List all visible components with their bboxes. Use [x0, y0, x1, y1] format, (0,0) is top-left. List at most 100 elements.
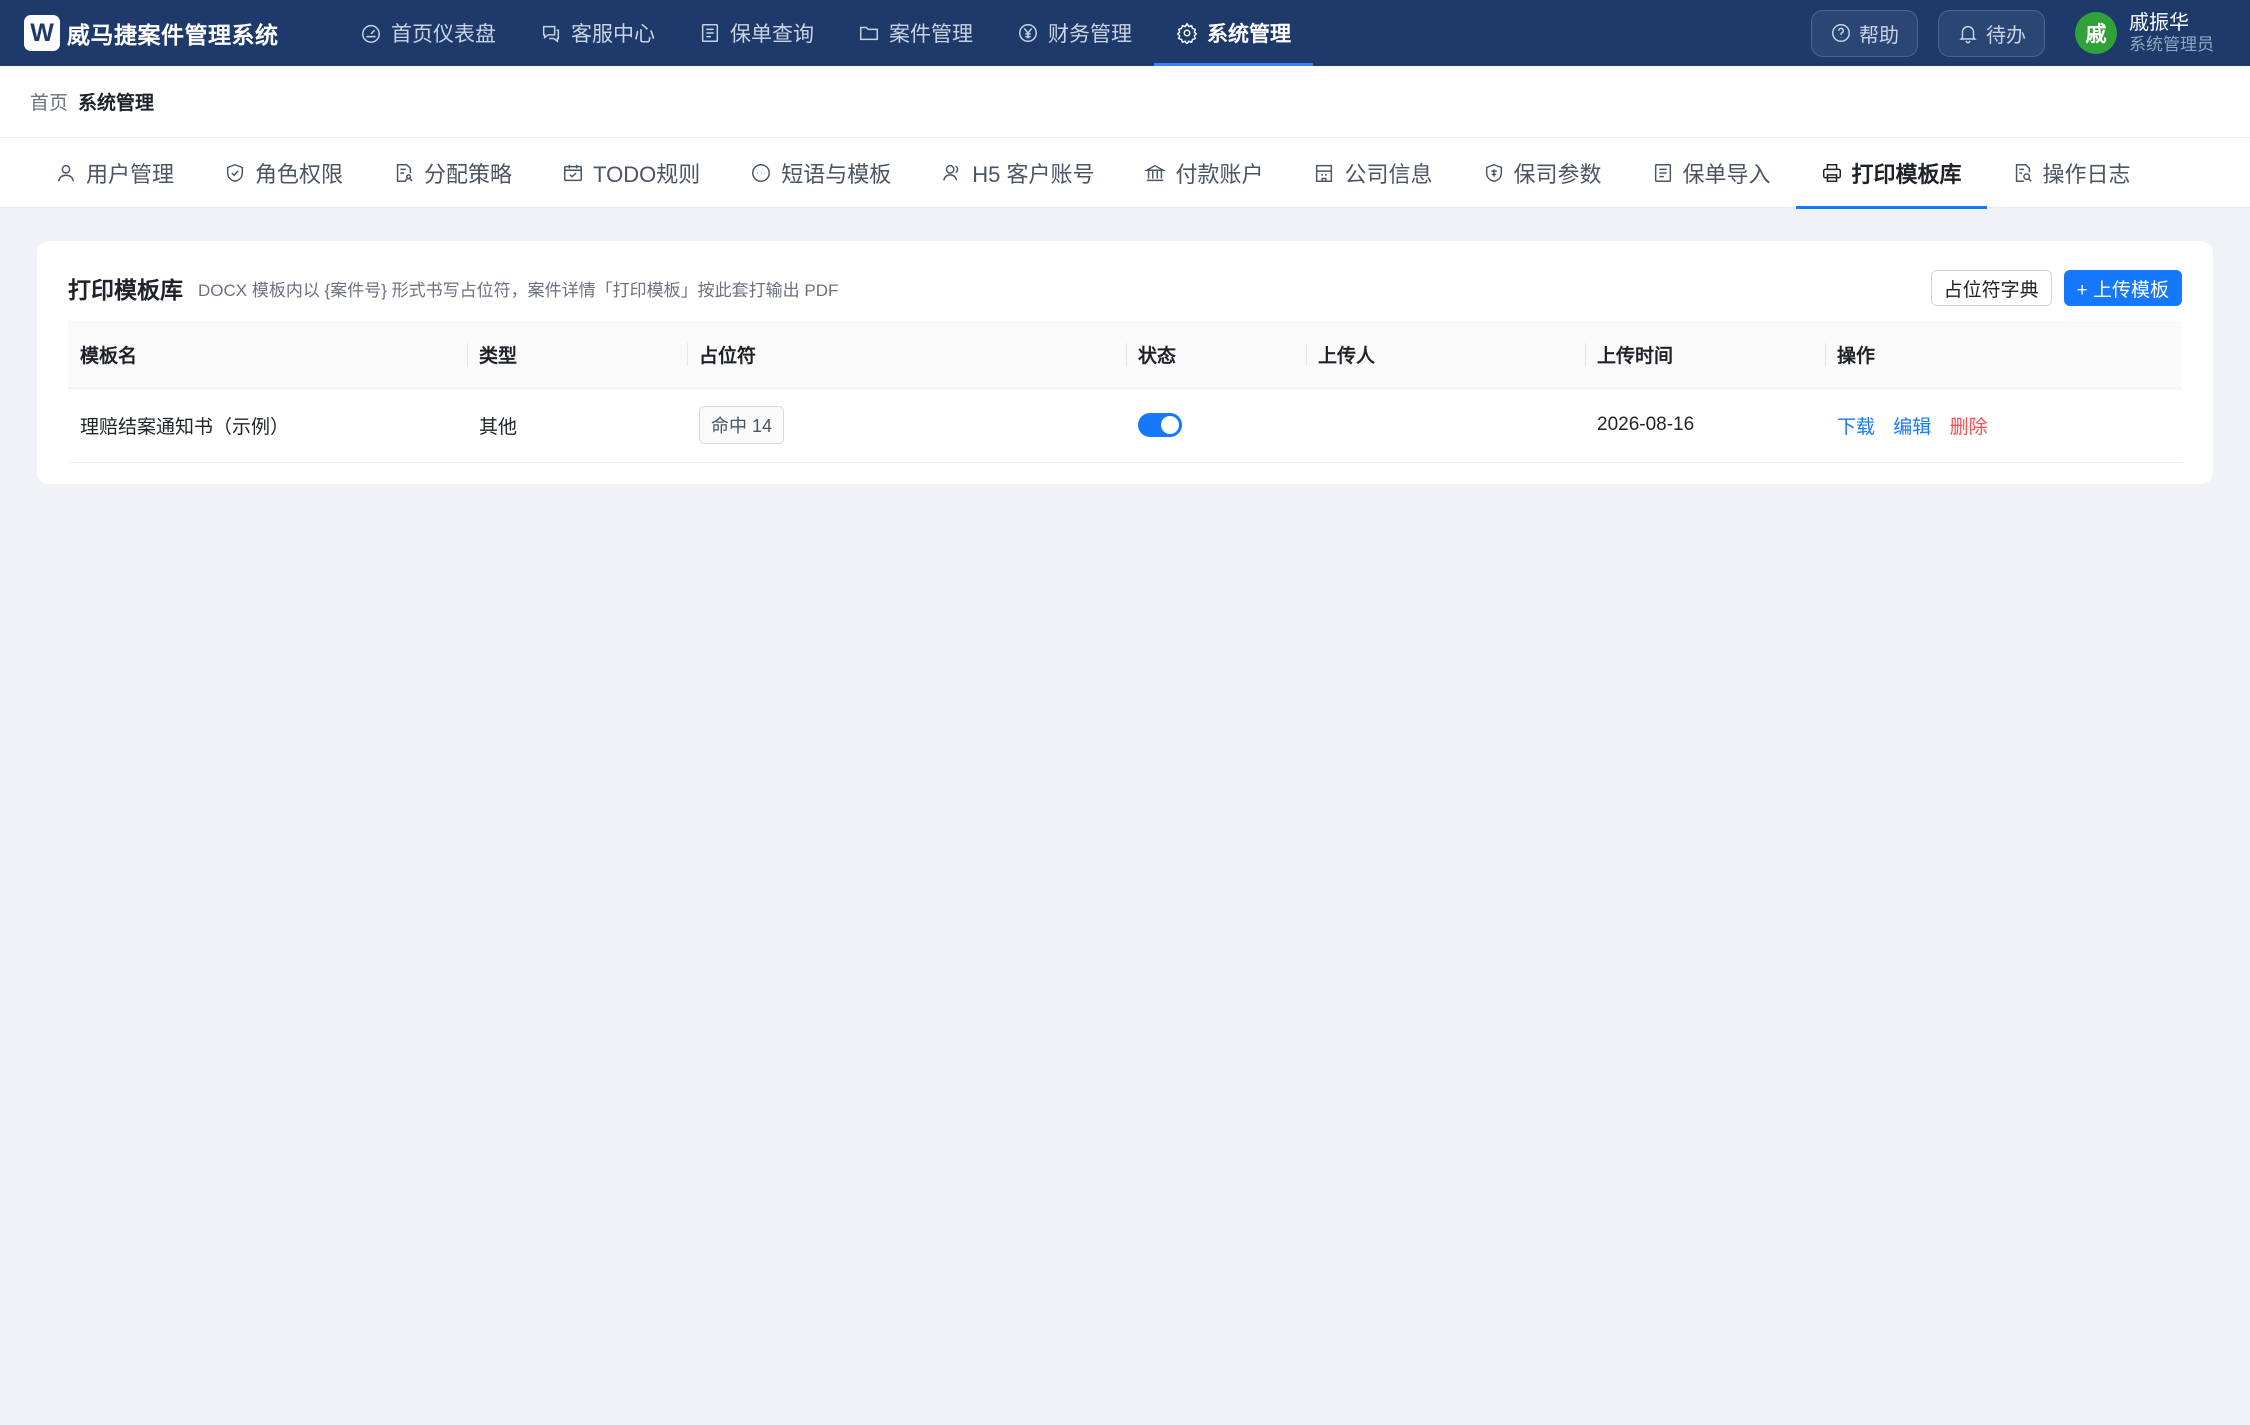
user-name: 戚振华	[2129, 11, 2189, 34]
question-circle-icon	[1832, 24, 1850, 42]
column-header-status: 状态	[1126, 321, 1306, 389]
tab-company-info[interactable]: 公司信息	[1288, 138, 1457, 208]
breadcrumb: 首页 系统管理	[0, 66, 2250, 138]
nav-item-label: 财务管理	[1048, 23, 1132, 46]
user-icon	[57, 164, 75, 182]
delete-link[interactable]: 删除	[1950, 417, 1988, 438]
tab-payment-accounts[interactable]: 付款账户	[1119, 138, 1288, 208]
placeholder-dictionary-button[interactable]: 占位符字典	[1930, 270, 2052, 306]
uploader	[1306, 388, 1585, 463]
app-logo: W	[24, 15, 60, 51]
nav-item-finance[interactable]: 财务管理	[995, 0, 1154, 66]
nav-item-system-settings[interactable]: 系统管理	[1154, 0, 1313, 66]
shield-check-icon	[226, 163, 244, 183]
template-name: 理赔结案通知书（示例）	[68, 388, 467, 463]
card-header: 打印模板库 DOCX 模板内以 {案件号} 形式书写占位符，案件详情「打印模板」…	[68, 265, 2182, 311]
folder-icon	[860, 26, 878, 41]
tab-role-permissions[interactable]: 角色权限	[199, 138, 368, 208]
nav-item-label: 系统管理	[1207, 23, 1291, 46]
main-nav: 首页仪表盘 客服中心 保单查询 案件管理 财务管理 系统管理	[338, 0, 1313, 66]
nav-item-label: 保单查询	[730, 23, 814, 46]
user-role: 系统管理员	[2129, 34, 2214, 54]
tab-operation-log[interactable]: 操作日志	[1987, 138, 2156, 208]
doc-person-icon	[396, 164, 413, 182]
tab-label: 操作日志	[2042, 162, 2131, 187]
placeholder-cell: 命中 14	[687, 388, 1126, 463]
dashboard-icon	[362, 24, 380, 43]
column-header-placeholder: 占位符	[687, 321, 1126, 389]
nav-item-label: 案件管理	[889, 23, 973, 46]
avatar: 戚	[2075, 11, 2117, 54]
upload-time: 2026-08-16	[1585, 388, 1825, 463]
tab-print-templates[interactable]: 打印模板库	[1795, 138, 1987, 209]
table-header-row: 模板名 类型 占位符 状态 上传人 上传时间 操作	[68, 321, 2182, 389]
nav-item-case-management[interactable]: 案件管理	[836, 0, 995, 66]
top-navigation-bar: W 威马捷案件管理系统 首页仪表盘 客服中心 保单查询 案件管理 财务管理 系统…	[0, 0, 2250, 66]
tab-label: 保单导入	[1682, 162, 1771, 187]
nav-item-label: 客服中心	[571, 23, 655, 46]
edit-link[interactable]: 编辑	[1893, 417, 1931, 438]
building-icon	[1316, 164, 1333, 182]
todo-button[interactable]: 待办	[1938, 9, 2045, 57]
column-header-actions: 操作	[1825, 321, 2182, 389]
gear-icon	[1176, 22, 1198, 44]
tab-phrases-templates[interactable]: 短语与模板	[725, 138, 916, 208]
breadcrumb-home[interactable]: 首页	[30, 88, 68, 115]
upload-template-button[interactable]: + 上传模板	[2063, 270, 2182, 306]
document-list-icon	[701, 24, 719, 42]
user-menu[interactable]: 戚 戚振华 系统管理员	[2075, 12, 2214, 55]
brand[interactable]: W 威马捷案件管理系统	[24, 15, 314, 51]
help-button[interactable]: 帮助	[1811, 9, 1918, 57]
todo-label: 待办	[1986, 24, 2026, 47]
tab-h5-accounts[interactable]: H5 客户账号	[916, 138, 1119, 208]
tab-label: 公司信息	[1344, 162, 1433, 187]
bank-icon	[1144, 164, 1167, 182]
chat-dots-icon	[752, 164, 771, 182]
placeholder-hit-tag: 命中 14	[699, 406, 785, 444]
tab-insurer-params[interactable]: 保司参数	[1458, 138, 1627, 208]
column-header-upload-time: 上传时间	[1585, 321, 1825, 389]
tab-assignment-strategy[interactable]: 分配策略	[368, 138, 537, 208]
printer-icon	[1822, 164, 1841, 182]
status-cell	[1126, 388, 1306, 463]
tab-label: 用户管理	[86, 162, 175, 187]
nav-item-dashboard[interactable]: 首页仪表盘	[338, 0, 518, 66]
tab-label: 付款账户	[1175, 162, 1264, 187]
tab-todo-rules[interactable]: TODO规则	[537, 138, 725, 208]
tab-label: 保司参数	[1513, 162, 1602, 187]
nav-item-label: 首页仪表盘	[391, 23, 496, 46]
template-type: 其他	[467, 388, 687, 463]
users-icon	[943, 164, 959, 181]
nav-item-policy-query[interactable]: 保单查询	[677, 0, 836, 66]
card-title: 打印模板库	[68, 277, 183, 303]
calendar-check-icon	[564, 164, 583, 182]
app-name: 威马捷案件管理系统	[67, 22, 279, 48]
column-header-name: 模板名	[68, 321, 467, 389]
tab-label: 打印模板库	[1851, 162, 1962, 187]
tab-label: 短语与模板	[781, 162, 892, 187]
log-search-icon	[2015, 164, 2032, 182]
actions-cell: 下载 编辑 删除	[1825, 388, 2182, 463]
topbar-right: 帮助 待办 戚 戚振华 系统管理员	[1791, 9, 2214, 57]
nav-item-customer-service[interactable]: 客服中心	[518, 0, 677, 66]
tab-label: 分配策略	[424, 162, 513, 187]
status-toggle[interactable]	[1138, 413, 1182, 437]
template-table: 模板名 类型 占位符 状态 上传人 上传时间 操作 理赔结案通知书（示例） 其他…	[68, 321, 2182, 463]
print-template-card: 打印模板库 DOCX 模板内以 {案件号} 形式书写占位符，案件详情「打印模板」…	[37, 241, 2213, 484]
table-row: 理赔结案通知书（示例） 其他 命中 14 2026-08-16 下载 编辑 删除	[68, 388, 2182, 463]
column-header-uploader: 上传人	[1306, 321, 1585, 389]
tab-user-management[interactable]: 用户管理	[30, 138, 199, 208]
yen-circle-icon	[1019, 24, 1037, 42]
bell-icon	[1959, 25, 1977, 44]
breadcrumb-current: 系统管理	[78, 93, 155, 114]
import-list-icon	[1654, 164, 1671, 182]
tab-policy-import[interactable]: 保单导入	[1627, 138, 1796, 208]
tab-label: H5 客户账号	[972, 162, 1095, 187]
help-label: 帮助	[1859, 24, 1899, 47]
tab-label: TODO规则	[593, 162, 701, 187]
column-header-type: 类型	[467, 321, 687, 389]
download-link[interactable]: 下载	[1837, 417, 1875, 438]
tab-label: 角色权限	[255, 162, 344, 187]
insurance-badge-icon	[1485, 163, 1502, 183]
chat-icon	[542, 25, 560, 43]
